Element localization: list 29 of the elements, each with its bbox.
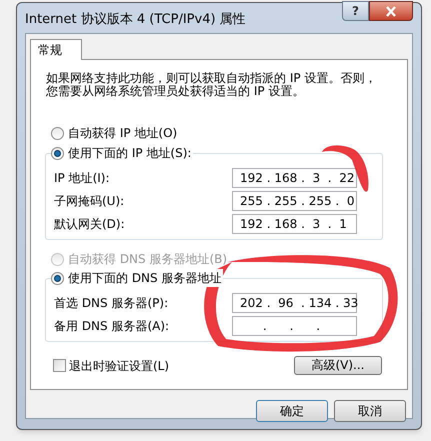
field-label: IP 地址(I): [53, 170, 111, 186]
dialog-button[interactable]: 取消 [334, 400, 406, 422]
field-label: 首选 DNS 服务器(P): [53, 294, 170, 312]
field-label: 子网掩码(U): [53, 192, 126, 210]
checkbox-label: 退出时验证设置(L) [69, 358, 170, 374]
ip-address-field[interactable]: . . . [232, 316, 357, 336]
help-button[interactable]: ? [342, 1, 369, 21]
radio-label: 使用下面的 DNS 服务器地址 [68, 270, 222, 287]
ip-address-field[interactable]: 192 . 168 . 3 . 22 [232, 168, 357, 188]
radio-button[interactable] [51, 126, 64, 140]
ip-address-field[interactable]: 202 . 96 . 134 . 33 [232, 292, 357, 312]
window-title: Internet 协议版本 4 (TCP/IPv4) 属性 [25, 11, 246, 29]
checkbox[interactable] [53, 359, 66, 372]
annotation-stroke [322, 145, 368, 192]
tab[interactable]: 常规 [30, 39, 82, 60]
field-label: 备用 DNS 服务器(A): [53, 318, 170, 334]
ip-address-field[interactable]: 255 . 255 . 255 . 0 [232, 190, 357, 210]
radio-label: 自动获得 IP 地址(O) [68, 125, 178, 142]
ip-address-field[interactable]: 192 . 168 . 3 . 1 [232, 214, 357, 234]
radio-button[interactable] [51, 146, 64, 160]
advanced-button[interactable]: 高级(V)... [294, 356, 382, 375]
field-label: 默认网关(D): [53, 216, 126, 232]
close-icon [385, 6, 397, 16]
radio-label: 使用下面的 IP 地址(S): [68, 145, 192, 162]
radio-button[interactable] [51, 272, 64, 284]
description-text: 如果网络支持此功能，则可以获取自动指派的 IP 设置。否则，您需要从网络系统管理员处获得适当的 IP 设置。 [45, 72, 378, 98]
close-button[interactable] [369, 1, 413, 21]
radio-label: 自动获得 DNS 服务器地址(B) [68, 251, 228, 268]
dialog-button[interactable]: 确定 [256, 400, 328, 422]
